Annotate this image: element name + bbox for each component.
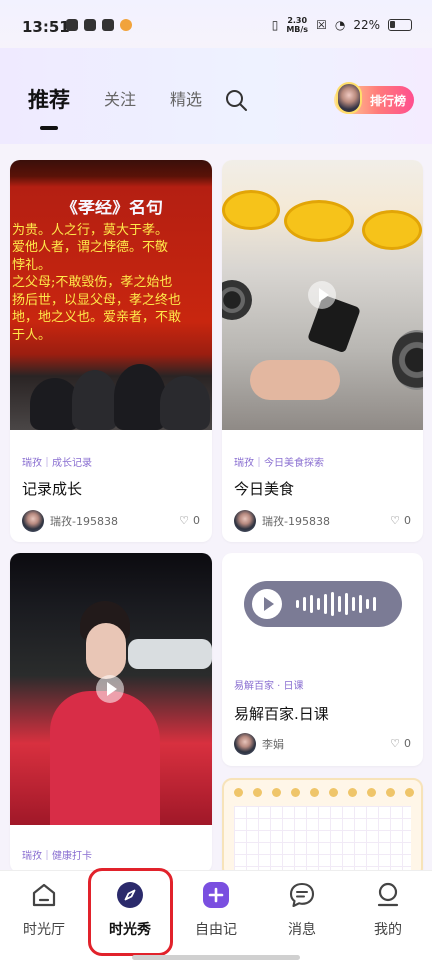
battery-icon <box>388 19 412 31</box>
tab-follow[interactable]: 关注 <box>104 86 136 110</box>
nav-label: 消息 <box>288 922 316 938</box>
post-image <box>10 553 212 825</box>
post-tags: 瑞孜｜成长记录 <box>22 458 92 469</box>
post-tags: 瑞孜｜健康打卡 <box>22 851 92 862</box>
image-quote-line: 于人。 <box>12 327 52 343</box>
post-card[interactable] <box>222 778 423 878</box>
heart-icon: ♡ <box>390 737 400 750</box>
author-name: 瑞孜-195838 <box>262 515 330 528</box>
post-card[interactable]: 瑞孜｜健康打卡 <box>10 553 212 873</box>
app-icon <box>102 19 114 31</box>
play-icon[interactable] <box>252 589 282 619</box>
notebook-page <box>234 806 411 876</box>
post-card[interactable]: 瑞孜｜今日美食探索 今日美食 瑞孜-195838 ♡ 0 <box>222 160 423 542</box>
post-author[interactable]: 瑞孜-195838 <box>22 510 118 532</box>
play-icon[interactable] <box>308 281 336 309</box>
post-title: 记录成长 <box>22 480 83 498</box>
tab-recommend[interactable]: 推荐 <box>28 84 70 114</box>
like-button[interactable]: ♡ 0 <box>179 514 200 527</box>
heart-icon: ♡ <box>390 514 400 527</box>
post-image <box>222 160 423 430</box>
tiktok-icon <box>66 19 78 31</box>
avatar <box>234 733 256 755</box>
nav-item-messages[interactable]: 消息 <box>272 881 332 939</box>
image-quote-line: 悖礼。 <box>12 257 52 273</box>
leaderboard-avatar <box>336 82 362 114</box>
search-icon[interactable] <box>224 88 248 112</box>
home-icon <box>32 883 56 907</box>
like-count: 0 <box>404 737 411 750</box>
audience-silhouettes <box>10 355 212 430</box>
status-time: 13:51 <box>22 18 70 36</box>
mail-icon <box>84 19 96 31</box>
nav-item-hall[interactable]: 时光厅 <box>14 881 74 939</box>
post-card[interactable]: 《孝经》名句 为贵。人之行，莫大于孝。 爱他人者，谓之悖德。不敬 悖礼。 之父母… <box>10 160 212 542</box>
highlight-annotation <box>88 868 173 956</box>
image-quote-title: 《孝经》名句 <box>61 200 163 218</box>
heart-icon: ♡ <box>179 514 189 527</box>
post-card[interactable]: 易解百家 · 日课 易解百家.日课 李娟 ♡ 0 <box>222 553 423 766</box>
vibrate-icon: ▯ <box>271 18 279 32</box>
nav-label: 我的 <box>374 922 402 938</box>
image-quote-line: 为贵。人之行，莫大于孝。 <box>12 222 169 238</box>
author-name: 李娟 <box>262 738 284 751</box>
post-tags: 瑞孜｜今日美食探索 <box>234 458 324 469</box>
like-button[interactable]: ♡ 0 <box>390 514 411 527</box>
chat-icon <box>289 882 315 908</box>
play-icon[interactable] <box>96 675 124 703</box>
post-author[interactable]: 瑞孜-195838 <box>234 510 330 532</box>
image-quote-line: 爱他人者，谓之悖德。不敬 <box>12 240 169 255</box>
avatar <box>22 510 44 532</box>
net-speed-unit: MB/s <box>286 25 309 34</box>
nav-label: 时光厅 <box>23 922 65 938</box>
plus-icon <box>203 882 229 908</box>
top-tabs-header: 推荐 关注 精选 排行榜 <box>0 48 432 144</box>
nav-label: 自由记 <box>195 922 237 938</box>
author-name: 瑞孜-195838 <box>50 515 118 528</box>
battery-percent: 22% <box>353 18 380 32</box>
weibo-icon <box>120 19 132 31</box>
profile-icon <box>377 882 399 907</box>
image-quote-line: 之父母;不敢毁伤，孝之始也 <box>12 275 173 290</box>
waveform-icon <box>296 592 376 616</box>
status-bar: 13:51 ▯ 2.30 MB/s ☒ ◔ 22% <box>0 0 432 48</box>
tab-featured[interactable]: 精选 <box>170 86 202 110</box>
post-author[interactable]: 李娟 <box>234 733 284 755</box>
image-quote: 《孝经》名句 为贵。人之行，莫大于孝。 爱他人者，谓之悖德。不敬 悖礼。 之父母… <box>10 200 212 344</box>
net-speed-value: 2.30 <box>287 16 308 25</box>
image-quote-line: 扬后世，以显父母，孝之终也 <box>12 292 182 308</box>
post-title: 易解百家.日课 <box>234 705 329 723</box>
notification-icons <box>66 19 132 31</box>
status-right: ▯ 2.30 MB/s ☒ ◔ 22% <box>272 16 412 34</box>
notebook-rings <box>234 788 421 797</box>
home-indicator[interactable] <box>132 955 300 960</box>
image-quote-line: 地，地之义也。爱亲者，不敢 <box>12 310 182 325</box>
like-count: 0 <box>404 514 411 527</box>
post-title: 今日美食 <box>234 480 295 498</box>
wifi-icon: ◔ <box>334 18 346 32</box>
sim-icon: ☒ <box>316 18 327 32</box>
person-in-image <box>50 601 160 825</box>
post-tags: 易解百家 · 日课 <box>234 681 304 692</box>
tab-indicator <box>40 126 58 130</box>
net-speed: 2.30 MB/s <box>286 16 308 34</box>
post-image: 《孝经》名句 为贵。人之行，莫大于孝。 爱他人者，谓之悖德。不敬 悖礼。 之父母… <box>10 160 212 430</box>
nav-item-free-note[interactable]: 自由记 <box>186 881 246 939</box>
avatar <box>234 510 256 532</box>
leaderboard-button[interactable]: 排行榜 <box>334 82 414 114</box>
audio-player[interactable] <box>244 581 402 627</box>
hand-in-image <box>250 360 340 400</box>
like-button[interactable]: ♡ 0 <box>390 737 411 750</box>
leaderboard-label: 排行榜 <box>369 93 406 108</box>
nav-item-me[interactable]: 我的 <box>358 881 418 939</box>
bottom-navigation: 时光厅 时光秀 自由记 消息 我的 <box>0 870 432 964</box>
like-count: 0 <box>193 514 200 527</box>
